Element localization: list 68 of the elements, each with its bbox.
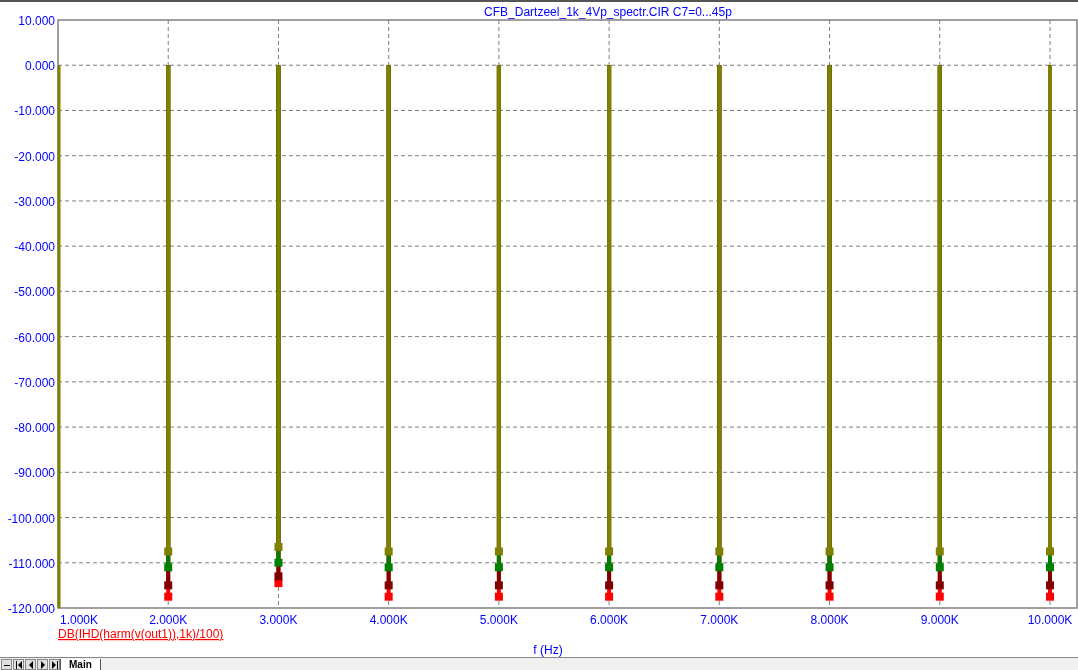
first-page-icon[interactable] <box>13 659 24 670</box>
x-axis-label: f (Hz) <box>533 643 563 657</box>
y-tick-label: -20.000 <box>14 149 55 164</box>
point <box>274 572 283 581</box>
point <box>605 581 614 590</box>
previous-icon[interactable] <box>25 659 36 670</box>
next-icon[interactable] <box>37 659 48 670</box>
point <box>825 581 834 590</box>
x-tick-label: 9.000K <box>920 613 959 627</box>
point <box>1046 563 1054 572</box>
point <box>715 547 724 556</box>
point <box>494 563 503 572</box>
y-tick-label: -60.000 <box>14 330 55 345</box>
point <box>494 592 503 601</box>
point <box>825 547 834 556</box>
point <box>935 581 944 590</box>
y-tick-label: 0.000 <box>24 59 55 74</box>
x-tick-label: 10.000K <box>1027 613 1073 627</box>
x-tick-label: 1.000K <box>60 613 99 627</box>
point <box>605 592 614 601</box>
y-tick-label: -90.000 <box>14 466 55 481</box>
point <box>935 592 944 601</box>
y-tick-label: -110.000 <box>8 556 55 571</box>
point <box>715 581 724 590</box>
y-tick-label: 10.000 <box>18 14 55 28</box>
point <box>164 563 173 572</box>
point <box>825 563 834 572</box>
point <box>494 547 503 556</box>
y-tick-label: -80.000 <box>14 421 55 436</box>
x-tick-label: 6.000K <box>590 613 629 627</box>
chart-title: CFB_Dartzeel_1k_4Vp_spectr.CIR C7=0...45p <box>484 5 732 19</box>
point <box>164 592 173 601</box>
point <box>164 547 173 556</box>
point <box>384 592 393 601</box>
point <box>935 547 944 556</box>
point <box>164 581 173 590</box>
y-axis-expression: DB(IHD(harm(v(out1)),1k)/100) <box>58 627 224 641</box>
y-tick-label: -100.000 <box>7 511 55 526</box>
x-tick-label: 5.000K <box>479 613 518 627</box>
y-tick-label: -120.000 <box>7 602 55 616</box>
y-tick-label: -30.000 <box>14 194 55 209</box>
point <box>384 547 393 556</box>
point <box>825 592 834 601</box>
point <box>605 563 614 572</box>
point <box>384 581 393 590</box>
minus-icon[interactable] <box>1 659 12 670</box>
point <box>384 563 393 572</box>
sheet-tab[interactable]: Main <box>60 659 101 670</box>
y-tick-label: -40.000 <box>14 240 55 255</box>
x-tick-label: 4.000K <box>369 613 408 627</box>
x-tick-label: 7.000K <box>700 613 739 627</box>
point <box>935 563 944 572</box>
x-tick-label: 8.000K <box>810 613 849 627</box>
point <box>494 581 503 590</box>
point <box>715 592 724 601</box>
point <box>274 558 283 567</box>
point <box>1046 547 1054 556</box>
point <box>1046 581 1054 590</box>
y-tick-label: -10.000 <box>14 104 55 119</box>
point <box>605 547 614 556</box>
x-tick-label: 3.000K <box>259 613 298 627</box>
last-page-icon[interactable] <box>49 659 60 670</box>
y-tick-label: -50.000 <box>14 285 55 300</box>
point <box>274 542 283 551</box>
y-tick-label: -70.000 <box>14 375 55 390</box>
point <box>715 563 724 572</box>
x-tick-label: 2.000K <box>149 613 188 627</box>
point <box>1046 592 1054 601</box>
